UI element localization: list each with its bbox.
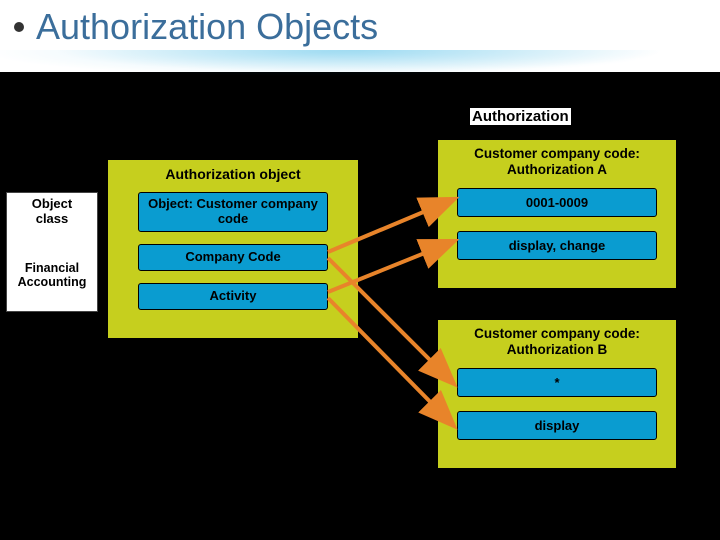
authorization-a-value-company-code: 0001-0009	[457, 188, 657, 217]
authorization-object-panel: Authorization object Object: Customer co…	[108, 160, 358, 338]
authorization-b-value-company-code: *	[457, 368, 657, 397]
authorization-b-panel: Customer company code: Authorization B *…	[438, 320, 676, 468]
object-chip: Object: Customer company code	[138, 192, 328, 232]
field-company-code: Company Code	[138, 244, 328, 271]
object-class-value: Financial Accounting	[7, 261, 97, 290]
authorization-a-title: Customer company code: Authorization A	[452, 146, 662, 178]
object-class-header-line2: class	[36, 211, 69, 226]
authorization-a-value-activity: display, change	[457, 231, 657, 260]
authorization-b-value-activity: display	[457, 411, 657, 440]
field-activity: Activity	[138, 283, 328, 310]
object-class-header: Object class	[7, 197, 97, 227]
authorization-section-label: Authorization	[470, 108, 571, 125]
bullet-icon	[14, 22, 24, 32]
authorization-object-title: Authorization object	[126, 166, 340, 182]
object-class-header-line1: Object	[32, 196, 72, 211]
authorization-a-panel: Customer company code: Authorization A 0…	[438, 140, 676, 288]
title-bar: Authorization Objects	[0, 0, 720, 72]
object-class-value-line2: Accounting	[18, 275, 87, 289]
object-class-box: Object class Financial Accounting	[6, 192, 98, 312]
authorization-b-title: Customer company code: Authorization B	[452, 326, 662, 358]
slide-title: Authorization Objects	[36, 6, 378, 48]
object-class-value-line1: Financial	[25, 261, 79, 275]
